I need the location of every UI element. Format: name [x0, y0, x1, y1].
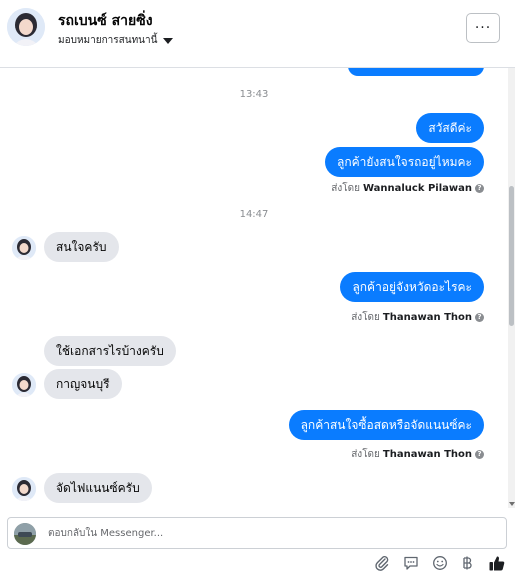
sent-by-prefix: ส่งโดย	[351, 312, 380, 323]
contact-avatar-small[interactable]	[12, 477, 36, 501]
info-icon[interactable]: ?	[475, 450, 484, 459]
assign-conversation-dropdown[interactable]: มอบหมายการสนทนานี้	[58, 33, 174, 48]
emoji-icon[interactable]	[429, 552, 451, 574]
page-avatar	[14, 523, 36, 545]
sent-by-label: ส่งโดย Wannaluck Pilawan ?	[331, 181, 484, 196]
message-bubble-incoming[interactable]: จัดไฟแนนซ์ครับ	[44, 473, 152, 503]
message-bubble-incoming[interactable]: สนใจครับ	[44, 232, 119, 262]
message-bubble-incoming[interactable]: กาญจนบุรี	[44, 369, 122, 399]
sent-by-label: ส่งโดย Thanawan Thon ?	[351, 447, 484, 462]
assign-label: มอบหมายการสนทนานี้	[58, 35, 158, 46]
sender-name: Wannaluck Pilawan	[362, 183, 472, 194]
contact-name[interactable]: รถเบนซ์ สายซิ่ง	[58, 10, 153, 32]
message-bubble-outgoing-partial	[348, 68, 484, 76]
contact-avatar-small[interactable]	[12, 373, 36, 397]
message-composer	[0, 508, 515, 584]
message-bubble-outgoing[interactable]: ลูกค้าอยู่จังหวัดอะไรคะ	[340, 272, 484, 302]
attach-icon[interactable]	[371, 552, 393, 574]
message-bubble-outgoing[interactable]: สวัสดีค่ะ	[416, 113, 484, 143]
sent-by-prefix: ส่งโดย	[331, 183, 360, 194]
info-icon[interactable]: ?	[475, 184, 484, 193]
timestamp: 14:47	[239, 209, 269, 220]
info-icon[interactable]: ?	[475, 313, 484, 322]
conversation-header: รถเบนซ์ สายซิ่ง มอบหมายการสนทนานี้ ···	[0, 0, 515, 68]
contact-avatar[interactable]	[7, 8, 45, 46]
scrollbar-thumb[interactable]	[509, 186, 514, 326]
scroll-down-arrow-icon[interactable]	[509, 502, 515, 506]
sent-by-label: ส่งโดย Thanawan Thon ?	[351, 310, 484, 325]
message-thread[interactable]: 13:43 สวัสดีค่ะ ลูกค้ายังสนใจรถอยู่ไหมคะ…	[0, 68, 508, 508]
reply-box[interactable]	[7, 517, 507, 549]
composer-toolbar	[0, 552, 515, 574]
contact-avatar-small[interactable]	[12, 236, 36, 260]
caret-down-icon	[163, 37, 174, 44]
sender-name: Thanawan Thon	[382, 449, 472, 460]
baht-icon[interactable]	[456, 552, 478, 574]
message-bubble-outgoing[interactable]: ลูกค้าสนใจซื้อสดหรือจัดแนนซ์คะ	[288, 410, 484, 440]
like-icon[interactable]	[486, 552, 508, 574]
sender-name: Thanawan Thon	[382, 312, 472, 323]
reply-input[interactable]	[48, 518, 488, 548]
more-options-button[interactable]: ···	[466, 13, 500, 43]
message-bubble-incoming[interactable]: ใช้เอกสารไรบ้างครับ	[44, 336, 176, 366]
thread-scrollbar[interactable]	[508, 68, 515, 508]
saved-reply-icon[interactable]	[400, 552, 422, 574]
messenger-conversation: รถเบนซ์ สายซิ่ง มอบหมายการสนทนานี้ ··· 1…	[0, 0, 515, 584]
sent-by-prefix: ส่งโดย	[351, 449, 380, 460]
timestamp: 13:43	[239, 89, 269, 100]
message-bubble-outgoing[interactable]: ลูกค้ายังสนใจรถอยู่ไหมคะ	[325, 147, 484, 177]
